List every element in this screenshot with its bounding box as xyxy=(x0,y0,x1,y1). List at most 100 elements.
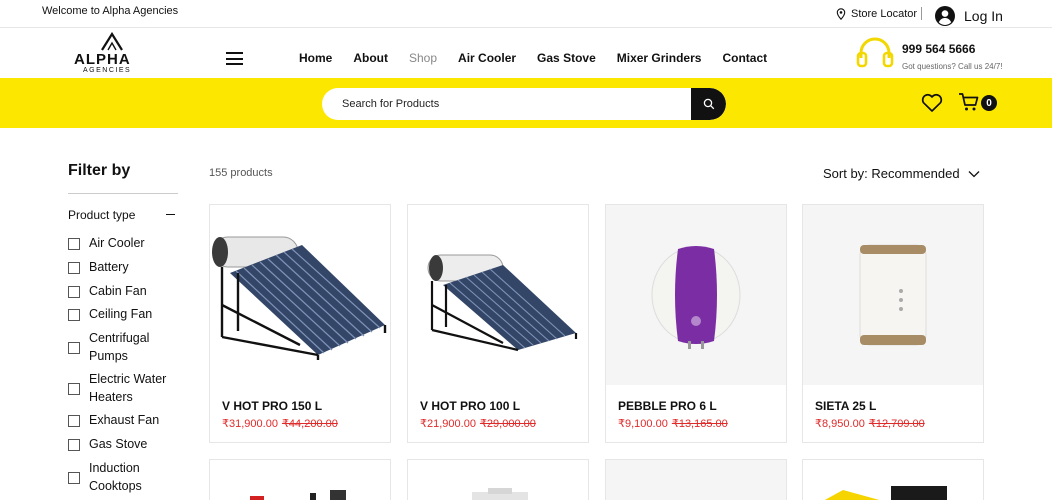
filter-option-label: Exhaust Fan xyxy=(89,413,160,427)
nav-mixer-grinders[interactable]: Mixer Grinders xyxy=(617,51,702,65)
store-locator-label: Store Locator xyxy=(851,8,918,20)
checkbox[interactable] xyxy=(68,342,80,354)
filter-option-battery[interactable]: Battery xyxy=(68,259,188,277)
product-title[interactable]: V HOT PRO 100 L xyxy=(420,399,520,413)
product-title[interactable]: SIETA 25 L xyxy=(815,399,876,413)
product-price: ₹21,900.00 ₹29,000.00 xyxy=(420,417,536,430)
headset-icon xyxy=(856,37,894,68)
checkbox[interactable] xyxy=(68,472,80,484)
checkbox[interactable] xyxy=(68,262,80,274)
product-card[interactable] xyxy=(407,459,589,500)
product-card[interactable]: SIETA 25 L ₹8,950.00 ₹12,709.00 xyxy=(802,204,984,443)
product-thumbnail xyxy=(250,490,346,500)
checkbox[interactable] xyxy=(68,383,80,395)
product-thumbnail xyxy=(824,486,947,500)
filter-option-label: Electric Water Heaters xyxy=(89,372,167,404)
checkbox[interactable] xyxy=(68,238,80,250)
product-card[interactable] xyxy=(605,459,787,500)
product-image[interactable] xyxy=(803,460,983,500)
nav-shop[interactable]: Shop xyxy=(409,51,437,65)
product-image[interactable] xyxy=(408,460,588,500)
logo-subtitle: AGENCIES xyxy=(83,67,132,74)
product-title[interactable]: V HOT PRO 150 L xyxy=(222,399,322,413)
checkbox[interactable] xyxy=(68,415,80,427)
product-price: ₹8,950.00 ₹12,709.00 xyxy=(815,417,925,430)
sale-price: ₹31,900.00 xyxy=(222,418,278,430)
logo-mark-icon xyxy=(101,32,123,51)
product-card[interactable]: V HOT PRO 100 L ₹21,900.00 ₹29,000.00 xyxy=(407,204,589,443)
checkbox[interactable] xyxy=(68,286,80,298)
hamburger-menu-icon[interactable] xyxy=(226,52,243,65)
search-bar xyxy=(322,88,726,120)
filter-option-gas-stove[interactable]: Gas Stove xyxy=(68,436,188,454)
product-image[interactable] xyxy=(606,460,786,500)
logo-word: ALPHA xyxy=(74,51,131,68)
product-image[interactable] xyxy=(210,205,390,385)
product-type-toggle[interactable]: Product type xyxy=(68,208,178,222)
water-heater-image xyxy=(859,244,927,346)
filter-option-label: Air Cooler xyxy=(89,236,145,250)
nav-contact[interactable]: Contact xyxy=(722,51,767,65)
checkbox[interactable] xyxy=(68,439,80,451)
filter-option-label: Ceiling Fan xyxy=(89,307,153,321)
filter-option-electric-water-heaters[interactable]: Electric Water Heaters xyxy=(68,371,188,406)
checkbox[interactable] xyxy=(68,309,80,321)
sale-price: ₹9,100.00 xyxy=(618,418,668,430)
support-phone[interactable]: 999 564 5666 xyxy=(902,42,975,56)
top-bar: Welcome to Alpha Agencies Store Locator … xyxy=(0,0,1052,28)
alpha-agencies-logo[interactable]: ALPHA AGENCIES xyxy=(72,32,150,74)
cart-icon[interactable] xyxy=(958,92,980,112)
user-avatar-icon xyxy=(935,6,955,26)
product-title[interactable]: PEBBLE PRO 6 L xyxy=(618,399,717,413)
solar-water-heater-image xyxy=(427,254,578,352)
filter-option-label: Gas Stove xyxy=(89,437,148,451)
nav-air-cooler[interactable]: Air Cooler xyxy=(458,51,516,65)
sort-label: Sort by: Recommended xyxy=(823,166,960,181)
store-locator-link[interactable]: Store Locator xyxy=(836,8,917,20)
product-count: 155 products xyxy=(209,167,273,179)
filter-option-cabin-fan[interactable]: Cabin Fan xyxy=(68,283,188,301)
product-card[interactable] xyxy=(802,459,984,500)
filter-option-induction-cooktops[interactable]: Induction Cooktops xyxy=(68,460,188,495)
filter-option-exhaust-fan[interactable]: Exhaust Fan xyxy=(68,412,188,430)
product-card[interactable] xyxy=(209,459,391,500)
filter-divider xyxy=(68,193,178,194)
water-heater-image xyxy=(651,246,741,349)
sale-price: ₹8,950.00 xyxy=(815,418,865,430)
search-band: 0 xyxy=(0,78,1052,128)
product-card[interactable]: PEBBLE PRO 6 L ₹9,100.00 ₹13,165.00 xyxy=(605,204,787,443)
login-label: Log In xyxy=(964,8,1003,24)
filter-option-centrifugal-pumps[interactable]: Centrifugal Pumps xyxy=(68,330,188,365)
filter-option-label: Cabin Fan xyxy=(89,284,147,298)
product-card[interactable]: V HOT PRO 150 L ₹31,900.00 ₹44,200.00 xyxy=(209,204,391,443)
login-button[interactable]: Log In xyxy=(935,6,1003,26)
search-icon xyxy=(703,98,714,110)
location-pin-icon xyxy=(836,8,846,20)
welcome-text: Welcome to Alpha Agencies xyxy=(42,5,179,17)
filter-option-ceiling-fan[interactable]: Ceiling Fan xyxy=(68,306,188,324)
original-price: ₹29,000.00 xyxy=(479,418,536,430)
wishlist-heart-icon[interactable] xyxy=(921,93,943,113)
cart-count-badge[interactable]: 0 xyxy=(981,95,997,111)
nav-gas-stove[interactable]: Gas Stove xyxy=(537,51,596,65)
product-image[interactable] xyxy=(408,205,588,385)
solar-water-heater-image xyxy=(212,236,387,360)
nav-home[interactable]: Home xyxy=(299,51,332,65)
sort-dropdown[interactable]: Sort by: Recommended xyxy=(823,166,980,181)
search-button[interactable] xyxy=(691,88,726,120)
filter-option-air-cooler[interactable]: Air Cooler xyxy=(68,235,188,253)
original-price: ₹12,709.00 xyxy=(868,418,925,430)
product-price: ₹31,900.00 ₹44,200.00 xyxy=(222,417,338,430)
product-image[interactable] xyxy=(803,205,983,385)
sale-price: ₹21,900.00 xyxy=(420,418,476,430)
product-image[interactable] xyxy=(606,205,786,385)
support-contact: 999 564 5666 Got questions? Call us 24/7… xyxy=(856,36,1003,75)
main-header: ALPHA AGENCIES Home About Shop Air Coole… xyxy=(0,28,1052,78)
search-input[interactable] xyxy=(322,88,691,120)
main-menu: Home About Shop Air Cooler Gas Stove Mix… xyxy=(299,51,767,65)
filter-option-label: Centrifugal Pumps xyxy=(89,331,150,363)
chevron-down-icon xyxy=(968,170,980,177)
collapse-minus-icon[interactable] xyxy=(166,214,175,215)
nav-about[interactable]: About xyxy=(353,51,388,65)
product-image[interactable] xyxy=(210,460,390,500)
